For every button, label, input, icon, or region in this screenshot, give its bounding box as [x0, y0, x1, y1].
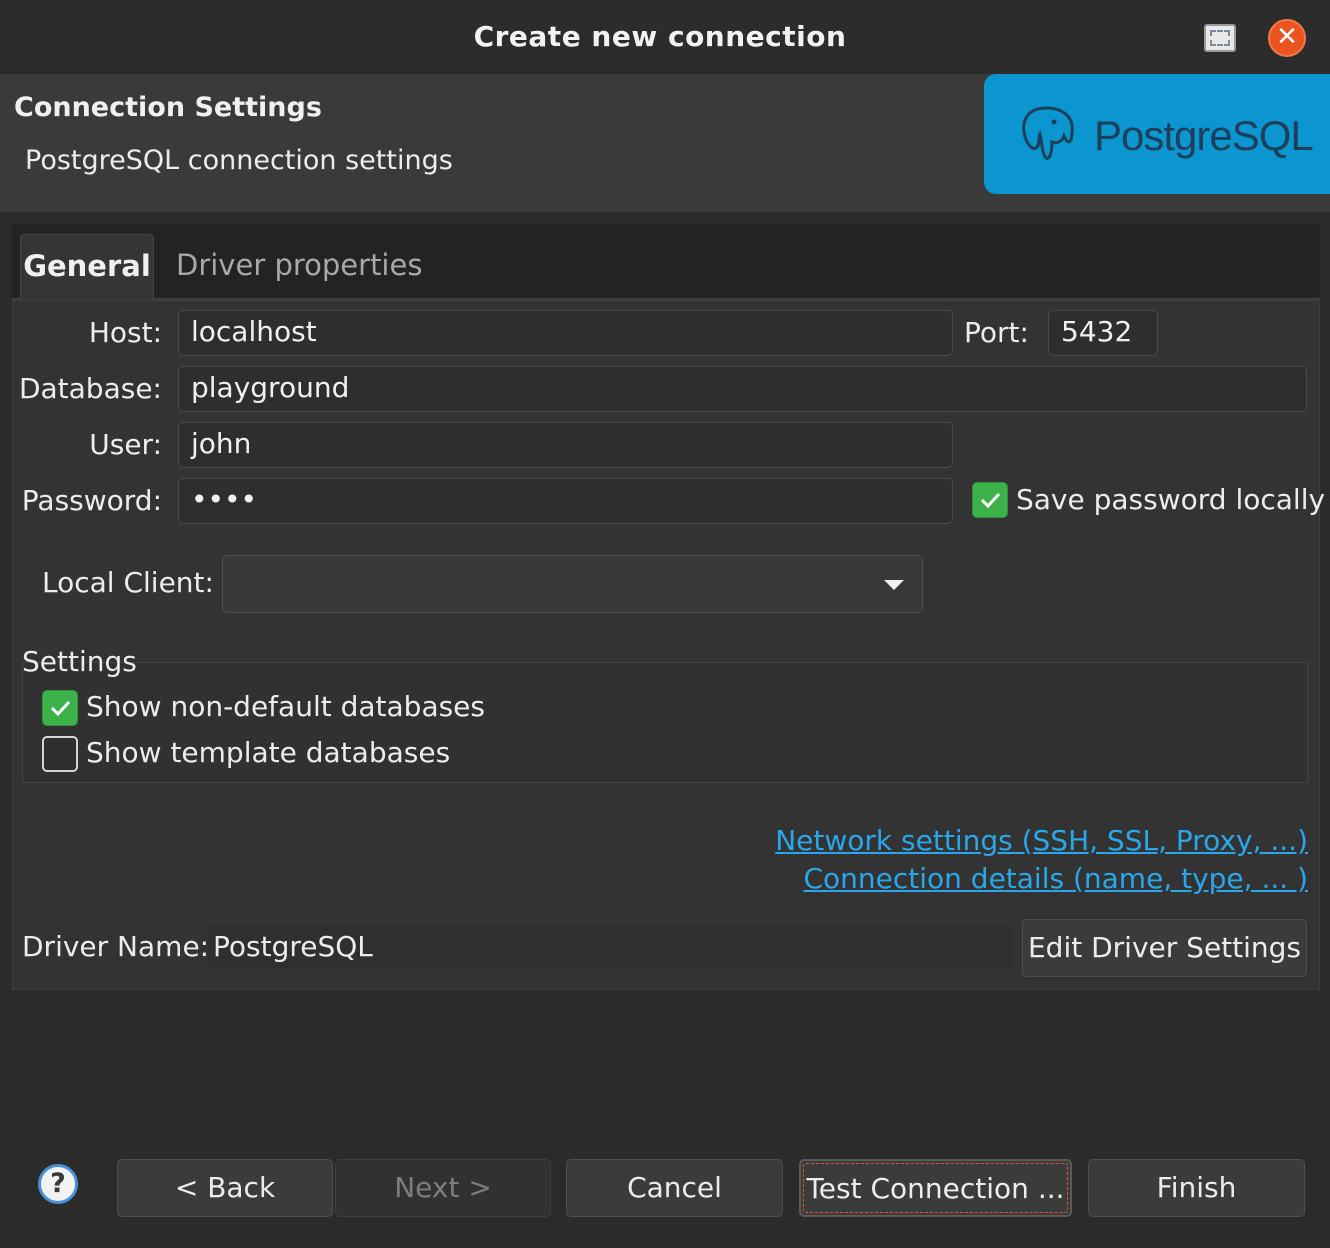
port-input[interactable]: 5432 [1048, 310, 1158, 356]
show-template-label[interactable]: Show template databases [86, 736, 450, 769]
tab-general[interactable]: General [20, 234, 154, 300]
driver-name-label: Driver Name: [22, 930, 210, 963]
database-label: Database: [18, 372, 162, 405]
elephant-icon [1022, 106, 1074, 160]
show-non-default-checkbox[interactable] [42, 690, 78, 726]
back-button[interactable]: < Back [117, 1159, 333, 1217]
test-connection-button[interactable]: Test Connection ... [799, 1159, 1072, 1217]
password-label: Password: [21, 484, 162, 517]
cancel-button[interactable]: Cancel [566, 1159, 783, 1217]
local-client-label: Local Client: [42, 566, 214, 599]
network-settings-link[interactable]: Network settings (SSH, SSL, Proxy, ...) [700, 824, 1308, 857]
finish-button[interactable]: Finish [1088, 1159, 1305, 1217]
chevron-down-icon[interactable] [884, 580, 904, 590]
checkmark-icon [50, 700, 71, 717]
edit-driver-settings-button[interactable]: Edit Driver Settings [1022, 919, 1307, 977]
close-icon[interactable]: ✕ [1268, 19, 1306, 57]
password-input[interactable]: •••• [178, 478, 953, 524]
next-button[interactable]: Next > [335, 1159, 551, 1217]
host-input[interactable]: localhost [178, 310, 953, 356]
user-input[interactable]: john [178, 422, 953, 468]
window-title: Create new connection [473, 20, 847, 53]
driver-name-value: PostgreSQL [208, 926, 1012, 968]
database-input[interactable]: playground [178, 366, 1307, 412]
port-label: Port: [964, 316, 1029, 349]
user-label: User: [89, 428, 162, 461]
focus-ring [803, 1163, 1068, 1213]
page-subtitle: PostgreSQL connection settings [25, 145, 453, 176]
save-password-checkbox[interactable] [972, 482, 1008, 518]
tab-driver-properties[interactable]: Driver properties [176, 248, 422, 282]
host-label: Host: [88, 316, 162, 349]
save-password-label[interactable]: Save password locally [1016, 483, 1325, 516]
postgresql-logo-banner: PostgreSQL [984, 74, 1330, 194]
show-template-checkbox[interactable] [42, 736, 78, 772]
connection-details-link[interactable]: Connection details (name, type, ... ) [700, 862, 1308, 895]
show-non-default-label[interactable]: Show non-default databases [86, 690, 485, 723]
checkmark-icon [980, 492, 1001, 509]
local-client-select[interactable] [222, 555, 923, 613]
settings-legend: Settings [22, 645, 137, 678]
page-title: Connection Settings [14, 92, 322, 123]
help-icon[interactable]: ? [38, 1164, 78, 1204]
logo-text: PostgreSQL [1094, 112, 1314, 159]
maximize-icon[interactable] [1204, 24, 1236, 52]
